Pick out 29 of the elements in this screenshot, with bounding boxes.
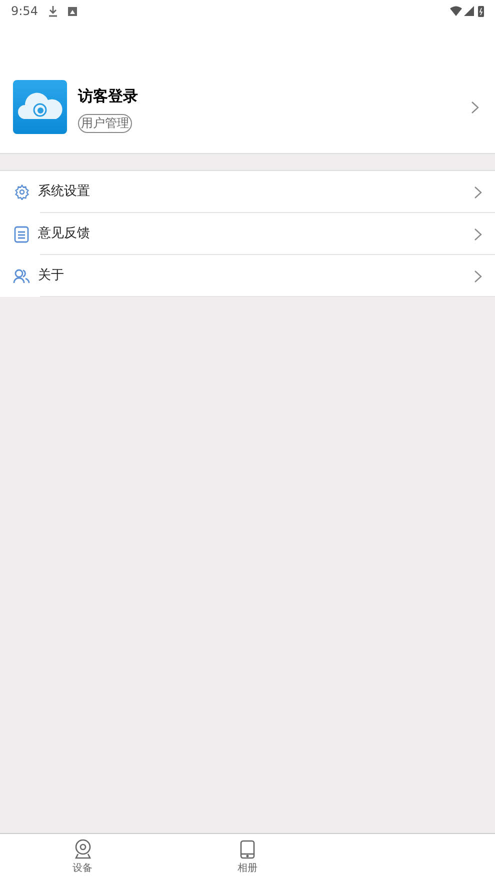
nav-label: 设备 [72,862,92,876]
profile-name: 访客登录 [78,86,138,106]
nav-tab[interactable]: 设备 [0,834,165,881]
menu-item[interactable]: 系统设置 [0,171,495,213]
user-management-tag[interactable]: 用户管理 [78,114,132,133]
download-icon [48,5,58,17]
nav-label: 相册 [238,862,258,876]
battery-icon [478,6,484,16]
chevron-right-icon [474,186,482,198]
menu-label: 关于 [38,267,65,286]
wifi-icon [450,6,462,16]
signal-icon [464,6,474,16]
status-time: 9:54 [11,3,38,20]
cloud-camera-logo-icon [13,80,67,134]
camera-icon [74,839,92,859]
tablet-icon [240,840,255,858]
image-icon [68,6,77,16]
menu-label: 意见反馈 [38,225,91,244]
profile-header[interactable]: 访客登录 用户管理 [0,22,495,153]
chevron-right-icon [474,228,482,240]
menu-label: 系统设置 [38,183,91,202]
chevron-right-icon [471,101,479,114]
nav-tab[interactable]: 相册 [165,834,330,881]
users-icon [13,268,30,284]
menu-item[interactable]: 关于 [0,255,495,297]
chevron-right-icon [474,270,482,282]
settings-icon [14,184,30,200]
menu-item[interactable]: 意见反馈 [0,213,495,255]
notepad-icon [14,226,29,242]
